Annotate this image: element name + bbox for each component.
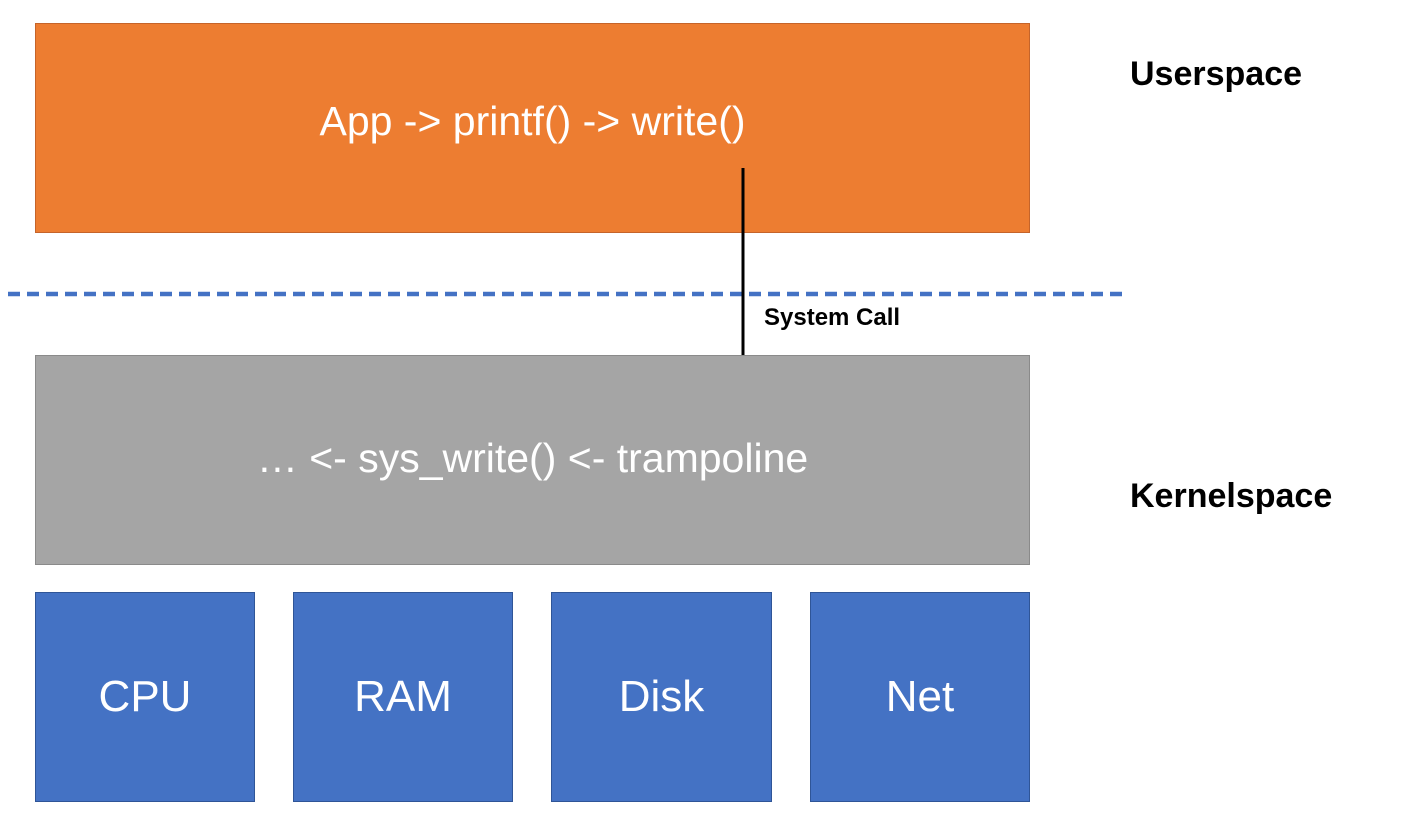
hardware-net-label: Net	[885, 672, 955, 721]
kernelspace-box: … <- sys_write() <- trampoline	[35, 355, 1030, 565]
system-call-label: System Call	[764, 304, 901, 331]
hardware-cpu-label: CPU	[98, 672, 192, 721]
kernelspace-call-chain: … <- sys_write() <- trampoline	[256, 434, 809, 481]
hardware-disk: Disk	[551, 592, 772, 802]
hardware-ram: RAM	[293, 592, 513, 802]
hardware-ram-label: RAM	[354, 672, 452, 721]
hardware-disk-label: Disk	[618, 672, 705, 721]
hardware-net: Net	[810, 592, 1030, 802]
hardware-cpu: CPU	[35, 592, 255, 802]
kernelspace-label: Kernelspace	[1130, 477, 1333, 515]
